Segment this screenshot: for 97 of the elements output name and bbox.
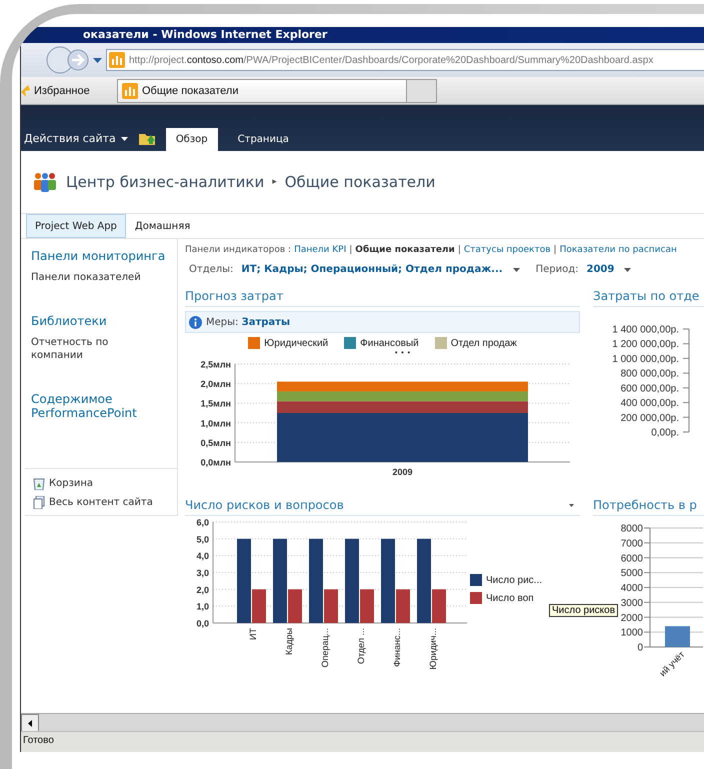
menu-arrow-icon[interactable] xyxy=(569,504,574,506)
axis-label: Кадры xyxy=(284,628,294,655)
axis-label: Юридич... xyxy=(428,628,438,670)
dropdown-arrow-icon xyxy=(624,268,632,272)
axis-label: 2,0млн xyxy=(200,379,231,390)
nav-tab[interactable]: Домашняя xyxy=(126,214,200,238)
axis-label: ИТ xyxy=(248,628,258,640)
axis-label: 200 000,00р. xyxy=(620,412,679,424)
tooltip: Число рисков xyxy=(549,604,618,617)
recycle-bin-icon xyxy=(33,477,45,490)
legend-item: Число воп xyxy=(470,592,542,604)
chart-title: Потребность в р xyxy=(593,498,697,512)
axis-label: 1 000 000,00р. xyxy=(612,354,679,365)
axis-label: 0,00р. xyxy=(651,428,679,438)
axis-label: 6,0 xyxy=(196,518,209,528)
favorites-button[interactable]: Избранное xyxy=(21,84,117,96)
nav-tab[interactable]: Project Web App xyxy=(26,214,126,238)
axis-label: 400 000,00р. xyxy=(620,398,679,410)
legend-item: Число рис... xyxy=(470,574,542,586)
horizontal-scrollbar[interactable] xyxy=(21,713,704,731)
sidebar-link[interactable]: Корзина xyxy=(33,477,177,490)
scroll-left-button[interactable] xyxy=(21,714,39,732)
axis-label: 0,0млн xyxy=(200,458,231,468)
legend-item: Финансовый xyxy=(344,337,419,349)
axis-label: 800 000,00р. xyxy=(620,368,679,380)
axis-label: 5000 xyxy=(620,568,643,580)
sidebar-heading[interactable]: Библиотеки xyxy=(31,314,176,328)
chart-bar xyxy=(665,626,690,647)
info-text: Меры: Затраты xyxy=(206,316,290,328)
browser-tab[interactable]: Общие показатели xyxy=(117,78,407,102)
sidebar-heading[interactable]: Содержимое PerformancePoint xyxy=(31,392,176,420)
sidebar-link[interactable]: Весь контент сайта xyxy=(33,496,177,509)
chart-title: Прогноз затрат xyxy=(185,289,284,303)
breadcrumb-link[interactable]: Центр бизнес-аналитики xyxy=(66,173,264,191)
axis-label: 1,0млн xyxy=(200,418,231,428)
axis-label: 3,0 xyxy=(196,568,209,578)
axis-label: 1 200 000,00р. xyxy=(612,339,679,350)
sidebar-heading[interactable]: Панели мониторинга xyxy=(31,249,176,263)
ribbon-tab[interactable]: Страница xyxy=(228,128,299,151)
dropdown-arrow-icon xyxy=(120,136,128,140)
dashboard-link[interactable]: Статусы проектов xyxy=(464,245,551,255)
axis-label: 0,5млн xyxy=(200,438,231,448)
info-icon xyxy=(189,316,202,328)
axis-label: 6000 xyxy=(620,553,643,564)
axis-label: 1 400 000,00р. xyxy=(612,324,679,336)
axis-label: 1,5млн xyxy=(200,398,231,409)
chart-title: Затраты по отде xyxy=(593,289,700,303)
window-title: оказатели - Windows Internet Explorer xyxy=(21,27,704,43)
dashboard-link[interactable]: Общие показатели xyxy=(355,245,455,255)
star-icon xyxy=(21,84,31,96)
filter-dropdown[interactable]: 2009 xyxy=(586,264,632,275)
axis-label: 7000 xyxy=(620,538,643,550)
axis-label: 600 000,00р. xyxy=(620,383,679,394)
ribbon-tab[interactable]: Обзор xyxy=(166,128,218,151)
site-actions-menu[interactable]: Действия сайта xyxy=(24,132,128,151)
dropdown-arrow-icon[interactable] xyxy=(93,58,102,62)
sidebar-item[interactable]: Отчетность по компании xyxy=(31,336,151,362)
page-title: Общие показатели xyxy=(284,173,436,191)
axis-label: 0,0 xyxy=(196,618,209,628)
axis-label: 0 xyxy=(637,642,643,654)
back-forward-icon[interactable] xyxy=(45,45,89,75)
dashboard-link[interactable]: Показатели по расписан xyxy=(560,245,677,255)
dropdown-arrow-icon xyxy=(512,268,520,272)
legend-item: Юридический xyxy=(248,337,328,349)
axis-label: 2,0 xyxy=(196,584,209,595)
axis-label: 4,0 xyxy=(196,551,209,562)
axis-label: 4000 xyxy=(620,583,643,594)
axis-label: Отдел ... xyxy=(356,628,366,664)
status-text: Готово xyxy=(21,731,704,752)
filter-dropdown[interactable]: ИТ; Кадры; Операционный; Отдел продаж... xyxy=(241,264,520,275)
separator: | xyxy=(349,245,352,255)
axis-label: Операц... xyxy=(320,628,330,668)
axis-label: 2000 xyxy=(620,612,643,624)
document-icon xyxy=(33,496,45,509)
page-icon xyxy=(122,82,138,98)
sidebar-item[interactable]: Панели показателей xyxy=(31,271,151,284)
chart-title: Число рисков и вопросов xyxy=(185,498,344,512)
arrow-left-icon xyxy=(28,720,32,726)
axis-label: 2009 xyxy=(392,467,413,477)
people-logo-icon xyxy=(32,171,58,193)
dashboard-link[interactable]: Панели KPI xyxy=(294,245,346,255)
axis-label: 1,0 xyxy=(196,602,209,612)
separator: | xyxy=(458,245,461,255)
breadcrumb-label: Панели индикаторов : xyxy=(185,245,292,255)
separator: | xyxy=(554,245,557,255)
axis-label: 2,5млн xyxy=(200,360,231,370)
axis-label: 3000 xyxy=(620,598,643,609)
filter-label: Отделы: xyxy=(189,264,234,275)
axis-label: Финанс... xyxy=(392,628,402,667)
axis-label: 5,0 xyxy=(196,534,209,544)
breadcrumb-separator: ▸ xyxy=(272,177,277,187)
address-field[interactable]: http://project.contoso.com/PWA/ProjectBICenter/Dashboards/Corporate%20Dashboard/Summary%20Dashboard.aspx xyxy=(106,49,704,71)
axis-label: 8000 xyxy=(620,524,643,534)
legend-item: Отдел продаж xyxy=(434,337,517,349)
filter-label: Период: xyxy=(536,264,579,275)
page-icon xyxy=(109,52,125,68)
axis-label: 1000 xyxy=(620,628,643,639)
